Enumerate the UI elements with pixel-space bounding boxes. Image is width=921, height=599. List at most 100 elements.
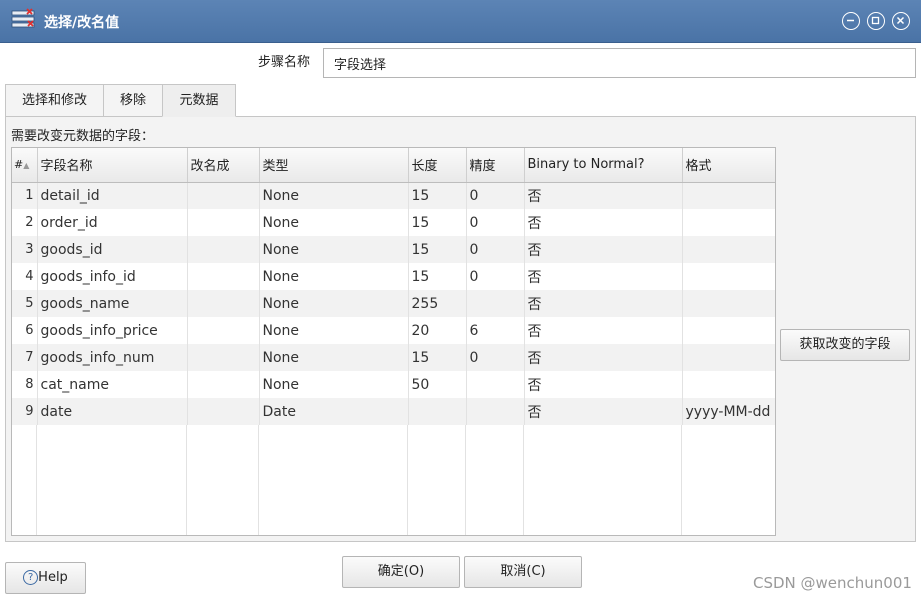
cell-precision[interactable] xyxy=(466,290,525,317)
cell-field-name[interactable]: detail_id xyxy=(37,182,188,209)
table-row[interactable]: 4 goods_info_id None 15 0 否 xyxy=(12,263,775,290)
cell-type[interactable]: None xyxy=(259,209,409,236)
cell-binary[interactable]: 否 xyxy=(524,236,683,263)
cell-format[interactable] xyxy=(682,209,775,236)
cell-field-name[interactable]: goods_info_id xyxy=(37,263,188,290)
cell-format[interactable] xyxy=(682,182,775,209)
table-row[interactable]: 8 cat_name None 50 否 xyxy=(12,371,775,398)
minimize-icon[interactable] xyxy=(842,12,860,30)
row-number: 7 xyxy=(12,344,38,371)
cell-rename[interactable] xyxy=(187,290,260,317)
cell-binary[interactable]: 否 xyxy=(524,398,683,425)
table-empty-area xyxy=(12,425,775,535)
cell-type[interactable]: Date xyxy=(259,398,409,425)
cell-binary[interactable]: 否 xyxy=(524,344,683,371)
cell-length[interactable]: 255 xyxy=(408,290,467,317)
cell-rename[interactable] xyxy=(187,209,260,236)
cell-type[interactable]: None xyxy=(259,344,409,371)
cell-format[interactable] xyxy=(682,344,775,371)
cell-precision[interactable]: 0 xyxy=(466,236,525,263)
close-icon[interactable] xyxy=(892,12,910,30)
cell-rename[interactable] xyxy=(187,317,260,344)
cell-rename[interactable] xyxy=(187,236,260,263)
cell-field-name[interactable]: order_id xyxy=(37,209,188,236)
table-row[interactable]: 1 detail_id None 15 0 否 xyxy=(12,182,775,209)
cell-binary[interactable]: 否 xyxy=(524,317,683,344)
tab-select-modify[interactable]: 选择和修改 xyxy=(5,84,104,116)
cell-binary[interactable]: 否 xyxy=(524,290,683,317)
cell-type[interactable]: None xyxy=(259,236,409,263)
cell-format[interactable] xyxy=(682,263,775,290)
table-row[interactable]: 9 date Date 否 yyyy-MM-dd xyxy=(12,398,775,425)
row-number: 5 xyxy=(12,290,38,317)
metadata-table: #▲ 字段名称 改名成 类型 长度 精度 Binary to Normal? 格… xyxy=(11,147,776,536)
cell-precision[interactable]: 6 xyxy=(466,317,525,344)
cell-field-name[interactable]: date xyxy=(37,398,188,425)
cell-precision[interactable]: 0 xyxy=(466,263,525,290)
row-number: 6 xyxy=(12,317,38,344)
table-row[interactable]: 7 goods_info_num None 15 0 否 xyxy=(12,344,775,371)
column-header-format[interactable]: 格式 xyxy=(682,148,775,183)
maximize-icon[interactable] xyxy=(867,12,885,30)
table-row[interactable]: 6 goods_info_price None 20 6 否 xyxy=(12,317,775,344)
cell-binary[interactable]: 否 xyxy=(524,182,683,209)
table-row[interactable]: 2 order_id None 15 0 否 xyxy=(12,209,775,236)
cell-type[interactable]: None xyxy=(259,263,409,290)
step-name-input[interactable] xyxy=(323,48,916,78)
cell-type[interactable]: None xyxy=(259,317,409,344)
fields-label: 需要改变元数据的字段： xyxy=(11,129,155,144)
table-row[interactable]: 3 goods_id None 15 0 否 xyxy=(12,236,775,263)
row-number: 1 xyxy=(12,182,38,209)
cell-precision[interactable] xyxy=(466,398,525,425)
cell-binary[interactable]: 否 xyxy=(524,371,683,398)
column-header-type[interactable]: 类型 xyxy=(259,148,409,183)
cell-length[interactable]: 15 xyxy=(408,236,467,263)
cell-field-name[interactable]: goods_info_price xyxy=(37,317,188,344)
cell-length[interactable] xyxy=(408,398,467,425)
cell-format[interactable] xyxy=(682,371,775,398)
cell-length[interactable]: 15 xyxy=(408,182,467,209)
cell-length[interactable]: 50 xyxy=(408,371,467,398)
table-row[interactable]: 5 goods_name None 255 否 xyxy=(12,290,775,317)
cell-rename[interactable] xyxy=(187,371,260,398)
cell-precision[interactable] xyxy=(466,371,525,398)
cell-format[interactable] xyxy=(682,290,775,317)
cell-rename[interactable] xyxy=(187,344,260,371)
column-header-rename[interactable]: 改名成 xyxy=(187,148,260,183)
cell-length[interactable]: 15 xyxy=(408,263,467,290)
tab-metadata[interactable]: 元数据 xyxy=(162,84,236,117)
column-header-length[interactable]: 长度 xyxy=(408,148,467,183)
get-changed-fields-button[interactable]: 获取改变的字段 xyxy=(780,329,910,361)
cell-precision[interactable]: 0 xyxy=(466,209,525,236)
ok-button[interactable]: 确定(O) xyxy=(342,556,460,588)
column-header-precision[interactable]: 精度 xyxy=(466,148,525,183)
cell-rename[interactable] xyxy=(187,398,260,425)
cell-rename[interactable] xyxy=(187,263,260,290)
column-header-field-name[interactable]: 字段名称 xyxy=(37,148,188,183)
cell-type[interactable]: None xyxy=(259,290,409,317)
cell-format[interactable] xyxy=(682,236,775,263)
help-button[interactable]: ? Help xyxy=(5,562,86,594)
cell-binary[interactable]: 否 xyxy=(524,263,683,290)
cell-type[interactable]: None xyxy=(259,371,409,398)
cell-format[interactable]: yyyy-MM-dd xyxy=(682,398,775,425)
cell-field-name[interactable]: goods_name xyxy=(37,290,188,317)
cell-field-name[interactable]: cat_name xyxy=(37,371,188,398)
column-header-num[interactable]: #▲ xyxy=(12,148,38,183)
row-number: 8 xyxy=(12,371,38,398)
column-header-binary[interactable]: Binary to Normal? xyxy=(524,148,683,183)
cell-type[interactable]: None xyxy=(259,182,409,209)
cell-precision[interactable]: 0 xyxy=(466,182,525,209)
cancel-button[interactable]: 取消(C) xyxy=(464,556,582,588)
cell-length[interactable]: 15 xyxy=(408,209,467,236)
cell-precision[interactable]: 0 xyxy=(466,344,525,371)
window-title: 选择/改名值 xyxy=(44,15,120,31)
cell-format[interactable] xyxy=(682,317,775,344)
cell-length[interactable]: 15 xyxy=(408,344,467,371)
cell-binary[interactable]: 否 xyxy=(524,209,683,236)
cell-rename[interactable] xyxy=(187,182,260,209)
cell-field-name[interactable]: goods_id xyxy=(37,236,188,263)
tab-remove[interactable]: 移除 xyxy=(103,84,163,116)
cell-field-name[interactable]: goods_info_num xyxy=(37,344,188,371)
cell-length[interactable]: 20 xyxy=(408,317,467,344)
